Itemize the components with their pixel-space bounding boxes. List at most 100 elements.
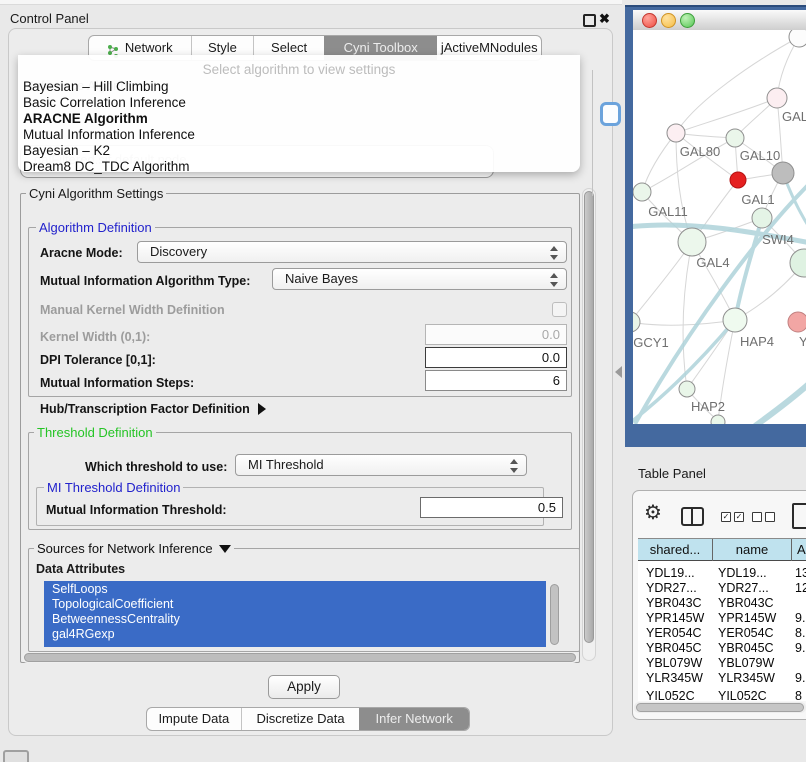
cell-shared: YBR045C <box>646 641 710 655</box>
mi-type-combo[interactable]: Naive Bayes <box>272 268 567 290</box>
node-gal10[interactable] <box>726 129 744 147</box>
sources-label-text: Sources for Network Inference <box>37 541 213 556</box>
mac-zoom-button[interactable] <box>680 13 695 28</box>
table-row[interactable]: YPR145W YPR145W 9. <box>638 611 806 626</box>
gear-icon[interactable]: ⚙ <box>644 503 662 523</box>
algorithm-option[interactable]: Bayesian – K2 <box>23 143 563 159</box>
table-row[interactable]: YLR345W YLR345W 9. <box>638 671 806 686</box>
algorithm-option[interactable]: Basic Correlation Inference <box>23 95 563 111</box>
tab-impute-data[interactable]: Impute Data <box>147 708 241 730</box>
which-threshold-combo[interactable]: MI Threshold <box>235 454 527 476</box>
mi-type-value: Naive Bayes <box>285 271 358 286</box>
algorithm-option[interactable]: Dream8 DC_TDC Algorithm <box>23 159 563 175</box>
mi-threshold-field[interactable]: 0.5 <box>420 497 563 518</box>
table-row-partial[interactable]: YIL052C YIL052C 8 <box>638 689 806 701</box>
settings-hscrollbar-thumb[interactable] <box>24 653 576 662</box>
mi-threshold-label: Mutual Information Threshold: <box>46 503 227 517</box>
mi-threshold-group-label: MI Threshold Definition <box>44 480 183 495</box>
cell-shared: YBR043C <box>646 596 710 610</box>
node[interactable] <box>767 88 787 108</box>
which-threshold-label: Which threshold to use: <box>85 460 227 474</box>
manual-kernel-checkbox[interactable] <box>552 302 567 317</box>
cell-name: YBL079W <box>718 656 788 670</box>
deselect-all-columns-icon[interactable] <box>752 512 775 522</box>
dpi-tolerance-field[interactable]: 0.0 <box>425 347 567 368</box>
table-row[interactable]: YER054C YER054C 8. <box>638 626 806 641</box>
list-scrollbar-thumb[interactable] <box>550 584 559 645</box>
aracne-mode-value: Discovery <box>150 244 207 259</box>
table-row[interactable]: YDR27... YDR27... 12 <box>638 581 806 596</box>
network-canvas[interactable]: GAL GAL80 GAL10 GAL1 GAL11 SWI4 GAL4 GCY… <box>633 30 806 424</box>
list-item[interactable]: SelfLoops <box>52 582 532 597</box>
mac-close-button[interactable] <box>642 13 657 28</box>
table-hscrollbar-thumb[interactable] <box>636 703 804 712</box>
unchecked-box-icon <box>765 512 775 522</box>
node-swi4[interactable] <box>752 208 772 228</box>
float-window-icon[interactable] <box>583 14 596 27</box>
node-hap2[interactable] <box>679 381 695 397</box>
mi-steps-label: Mutual Information Steps: <box>40 376 194 390</box>
cyni-group-label: Cyni Algorithm Settings <box>26 186 166 201</box>
combo-stepper-icon <box>550 273 557 287</box>
algorithm-option[interactable]: Mutual Information Inference <box>23 127 563 143</box>
cell-value: 13 <box>795 566 806 580</box>
node-red[interactable] <box>730 172 746 188</box>
bottom-tabbar: Impute Data Discretize Data Infer Networ… <box>146 707 470 731</box>
node-label: GAL80 <box>680 144 720 159</box>
column-header-shared[interactable]: shared... <box>638 539 713 561</box>
node-gal11[interactable] <box>633 183 651 201</box>
kernel-width-field[interactable]: 0.0 <box>425 324 567 345</box>
table-row[interactable]: YBR043C YBR043C <box>638 596 806 611</box>
node[interactable] <box>789 30 806 47</box>
table-row[interactable]: YDL19... YDL19... 13 <box>638 566 806 581</box>
node-label: HAP2 <box>691 399 725 414</box>
node[interactable] <box>790 249 806 277</box>
apply-button[interactable]: Apply <box>268 675 340 699</box>
corner-panel-icon[interactable] <box>3 750 29 762</box>
table-row[interactable]: YBL079W YBL079W <box>638 656 806 671</box>
list-item[interactable]: BetweennessCentrality <box>52 612 532 627</box>
panel-splitter-handle[interactable] <box>615 366 622 378</box>
algorithm-option[interactable]: Bayesian – Hill Climbing <box>23 79 563 95</box>
cell-name: YER054C <box>718 626 788 640</box>
hub-definition-label: Hub/Transcription Factor Definition <box>40 402 250 416</box>
disclosure-down-icon <box>219 545 231 553</box>
table-row[interactable]: YBR045C YBR045C 9. <box>638 641 806 656</box>
node-hap4[interactable] <box>723 308 747 332</box>
cell-shared: YDR27... <box>646 581 710 595</box>
tab-discretize-data[interactable]: Discretize Data <box>241 708 360 730</box>
algorithm-option-selected[interactable]: ARACNE Algorithm <box>23 111 563 127</box>
list-item[interactable]: gal4RGexp <box>52 627 532 642</box>
focused-stepper-fragment[interactable] <box>600 102 621 126</box>
node-label: GCY1 <box>633 335 668 350</box>
manual-kernel-label: Manual Kernel Width Definition <box>40 303 225 317</box>
sources-group-label[interactable]: Sources for Network Inference <box>34 541 234 556</box>
node-gray[interactable] <box>772 162 794 184</box>
column-header-name[interactable]: name <box>713 539 792 561</box>
network-window-titlebar[interactable] <box>633 10 806 31</box>
cell-name: YDR27... <box>718 581 788 595</box>
node[interactable] <box>711 415 725 424</box>
node-gal4[interactable] <box>678 228 706 256</box>
mac-minimize-button[interactable] <box>661 13 676 28</box>
settings-vscrollbar-thumb[interactable] <box>584 191 594 643</box>
node-gal80[interactable] <box>667 124 685 142</box>
list-item[interactable]: TopologicalCoefficient <box>52 597 532 612</box>
tab-infer-network[interactable]: Infer Network <box>359 708 469 730</box>
cell-name: YIL052C <box>718 689 788 701</box>
close-icon[interactable]: ✖ <box>599 11 610 27</box>
aracne-mode-combo[interactable]: Discovery <box>137 241 567 263</box>
cell-name: YDL19... <box>718 566 788 580</box>
mi-steps-field[interactable]: 6 <box>425 370 567 391</box>
node-salmon[interactable] <box>788 312 806 332</box>
node-gcy1[interactable] <box>633 312 640 332</box>
cell-shared: YBL079W <box>646 656 710 670</box>
cell-value: 8. <box>795 626 806 640</box>
cell-value: 12 <box>795 581 806 595</box>
document-icon[interactable] <box>792 503 806 529</box>
split-columns-icon[interactable] <box>681 507 704 526</box>
table-header: shared... name A <box>638 538 806 561</box>
select-all-columns-icon[interactable]: ✓ ✓ <box>721 512 744 522</box>
column-header-clipped[interactable]: A <box>792 539 806 561</box>
hub-definition-disclosure[interactable]: Hub/Transcription Factor Definition <box>40 402 266 416</box>
